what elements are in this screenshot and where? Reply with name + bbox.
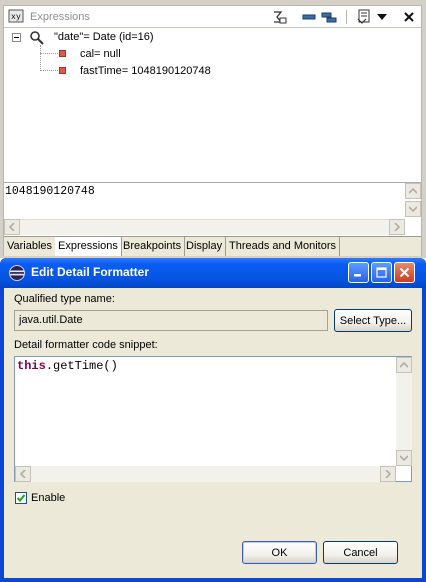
snippet-scroll-left-arrow[interactable]	[15, 466, 31, 482]
horizontal-scrollbar[interactable]	[4, 219, 405, 235]
collapse-all-icon[interactable]	[355, 9, 373, 25]
snippet-keyword: this	[17, 359, 46, 373]
snippet-scroll-up-arrow[interactable]	[396, 357, 412, 373]
maximize-button[interactable]	[371, 262, 392, 283]
eclipse-icon	[8, 264, 26, 282]
ok-button[interactable]: OK	[242, 541, 317, 564]
ok-label: OK	[271, 546, 288, 559]
view-title-bar: xy Expressions	[4, 6, 421, 28]
field-icon	[59, 50, 66, 57]
select-type-button[interactable]: Select Type...	[334, 309, 412, 332]
dialog-title-bar[interactable]: Edit Detail Formatter	[0, 258, 426, 288]
tree-item-fasttime[interactable]: fastTime= 1048190120748	[80, 65, 211, 77]
remove-expression-icon[interactable]	[270, 9, 288, 25]
close-icon[interactable]	[400, 9, 418, 25]
tree-connector	[40, 53, 58, 54]
scroll-down-arrow[interactable]	[405, 201, 421, 217]
tab-variables[interactable]: Variables	[4, 237, 57, 256]
tab-expressions[interactable]: Expressions	[55, 237, 122, 256]
snippet-code: this.getTime()	[17, 359, 118, 373]
scroll-up-arrow[interactable]	[405, 183, 421, 199]
enable-checkbox[interactable]	[15, 492, 27, 504]
snippet-horizontal-scrollbar[interactable]	[15, 466, 396, 482]
expression-tree[interactable]: "date"= Date (id=16) cal= null fastTime=…	[4, 29, 421, 179]
enable-label: Enable	[31, 492, 66, 504]
snippet-scroll-right-arrow[interactable]	[380, 466, 396, 482]
qualified-type-field: java.util.Date	[14, 310, 328, 331]
view-tab-bar: Variables Expressions Breakpoints Displa…	[4, 236, 421, 256]
qualified-type-label: Qualified type name:	[14, 293, 115, 305]
snippet-rest: .getTime()	[45, 359, 118, 373]
remove-all-icon[interactable]	[300, 9, 318, 25]
tab-threads-and-monitors[interactable]: Threads and Monitors	[226, 237, 340, 256]
svg-text:y: y	[16, 13, 21, 22]
scroll-left-arrow[interactable]	[4, 219, 20, 235]
field-icon	[59, 67, 66, 74]
tree-item-cal[interactable]: cal= null	[80, 48, 121, 60]
minimize-button[interactable]	[348, 262, 369, 283]
tree-item-date[interactable]: "date"= Date (id=16)	[54, 31, 154, 43]
toolbar-separator	[346, 10, 347, 24]
scroll-right-arrow[interactable]	[389, 219, 405, 235]
expressions-view-icon: xy	[8, 9, 24, 25]
cancel-label: Cancel	[343, 546, 378, 559]
tree-connector	[40, 70, 58, 71]
detail-pane[interactable]: 1048190120748	[4, 182, 421, 235]
select-type-label: Select Type...	[339, 314, 407, 327]
view-title: Expressions	[30, 11, 90, 23]
tab-display[interactable]: Display	[183, 237, 227, 256]
tree-connector	[40, 45, 41, 71]
tab-breakpoints[interactable]: Breakpoints	[120, 237, 186, 256]
snippet-scroll-down-arrow[interactable]	[396, 450, 412, 466]
collapse-toggle-icon[interactable]	[12, 33, 21, 42]
snippet-label: Detail formatter code snippet:	[14, 339, 158, 351]
qualified-type-value: java.util.Date	[19, 314, 83, 326]
show-type-names-icon[interactable]	[320, 9, 338, 25]
close-button[interactable]	[394, 262, 415, 283]
detail-value: 1048190120748	[5, 185, 95, 198]
watch-expression-icon	[29, 30, 45, 46]
dialog-title: Edit Detail Formatter	[31, 265, 150, 279]
cancel-button[interactable]: Cancel	[323, 541, 398, 564]
view-menu-arrow-icon[interactable]	[373, 9, 391, 25]
snippet-editor[interactable]: this.getTime()	[14, 356, 412, 482]
